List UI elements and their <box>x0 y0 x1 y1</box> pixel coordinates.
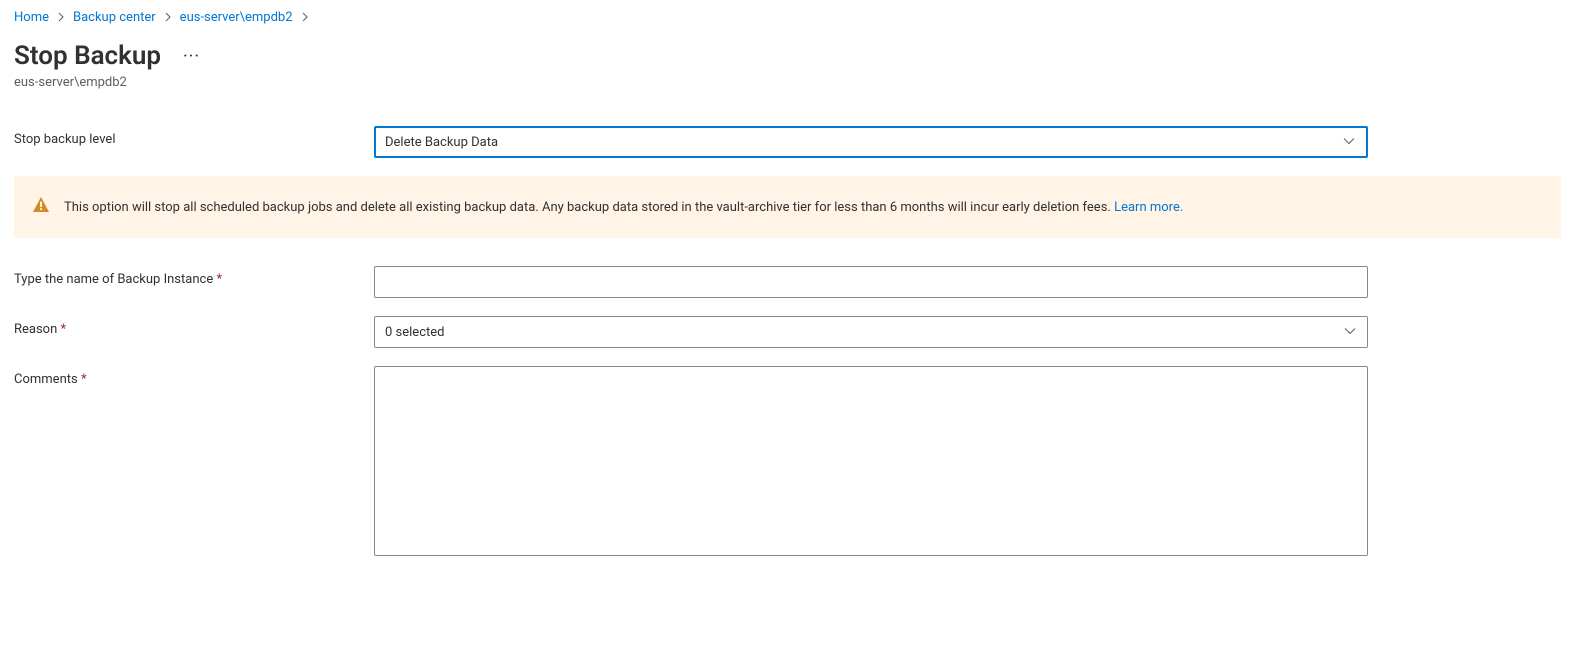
form-row-instance-name: Type the name of Backup Instance * <box>14 266 1561 298</box>
chevron-right-icon <box>57 11 65 25</box>
warning-alert: This option will stop all scheduled back… <box>14 176 1561 238</box>
warning-alert-text: This option will stop all scheduled back… <box>64 200 1183 215</box>
required-indicator: * <box>216 272 222 287</box>
required-indicator: * <box>61 322 67 337</box>
form-row-stop-backup-level: Stop backup level Delete Backup Data <box>14 126 1561 158</box>
form-row-comments: Comments * <box>14 366 1561 560</box>
instance-name-label-text: Type the name of Backup Instance <box>14 272 213 287</box>
breadcrumb-resource[interactable]: eus-server\empdb2 <box>180 10 293 25</box>
reason-value: 0 selected <box>385 325 444 340</box>
comments-textarea[interactable] <box>374 366 1368 556</box>
chevron-down-icon <box>1342 135 1356 150</box>
reason-label-text: Reason <box>14 322 57 337</box>
stop-backup-level-select[interactable]: Delete Backup Data <box>374 126 1368 158</box>
page-title: Stop Backup <box>14 41 161 71</box>
reason-select[interactable]: 0 selected <box>374 316 1368 348</box>
breadcrumb-backup-center[interactable]: Backup center <box>73 10 156 25</box>
breadcrumb-home[interactable]: Home <box>14 10 49 25</box>
comments-label-text: Comments <box>14 372 78 387</box>
instance-name-input[interactable] <box>374 266 1368 298</box>
warning-alert-message: This option will stop all scheduled back… <box>64 200 1111 215</box>
page-subtitle: eus-server\empdb2 <box>14 75 1561 90</box>
stop-backup-level-label: Stop backup level <box>14 126 374 147</box>
more-actions-button[interactable]: ··· <box>179 42 204 71</box>
chevron-right-icon <box>301 11 309 25</box>
instance-name-label: Type the name of Backup Instance * <box>14 266 374 287</box>
warning-icon <box>32 196 50 218</box>
page-title-row: Stop Backup ··· <box>14 41 1561 71</box>
reason-label: Reason * <box>14 316 374 337</box>
chevron-right-icon <box>164 11 172 25</box>
chevron-down-icon <box>1343 325 1357 340</box>
learn-more-link[interactable]: Learn more. <box>1114 200 1183 215</box>
stop-backup-level-value: Delete Backup Data <box>385 135 498 150</box>
form-row-reason: Reason * 0 selected <box>14 316 1561 348</box>
comments-label: Comments * <box>14 366 374 387</box>
breadcrumb: Home Backup center eus-server\empdb2 <box>14 10 1561 25</box>
required-indicator: * <box>81 372 87 387</box>
